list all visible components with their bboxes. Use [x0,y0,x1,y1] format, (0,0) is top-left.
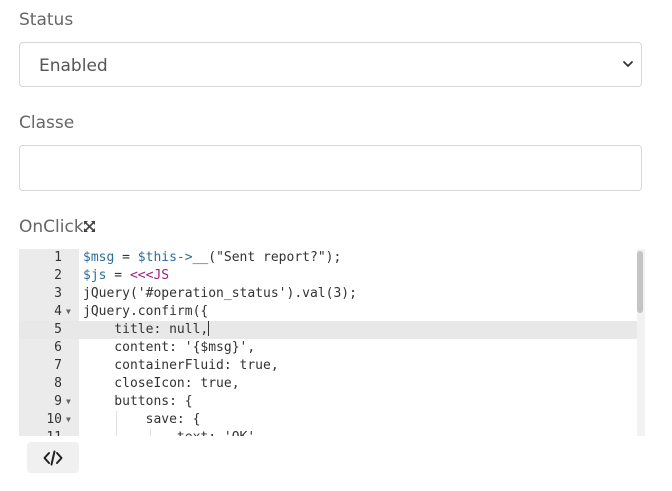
code-line[interactable]: 3 jQuery('#operation_status').val(3); [19,285,637,303]
code-view-button[interactable] [27,442,79,473]
code-token: jQuery('#operation_status').val(3); [83,286,357,301]
code-text: $msg = $this->__("Sent report?"); [83,249,341,267]
code-text: content: '{$msg}', [83,339,255,357]
line-number: 11 [19,429,62,436]
code-token: <<<JS [129,268,170,283]
code-token: buttons: { [83,394,193,409]
fold-toggle-icon[interactable]: ▼ [66,393,76,411]
code-token: $js [83,268,107,283]
code-line[interactable]: 8 closeIcon: true, [19,375,637,393]
fold-toggle-icon[interactable]: ▼ [66,303,76,321]
code-token: title: null, [83,322,209,337]
code-text: text: 'OK', [83,429,263,436]
code-line[interactable]: 6 content: '{$msg}', [19,339,637,357]
classe-input[interactable] [19,145,642,191]
text-cursor [208,321,210,336]
code-token: content: '{$msg}', [83,340,256,355]
code-text: save: { [83,411,201,429]
code-text: $js = <<<JS [83,267,169,285]
code-token: text: 'OK', [83,430,263,436]
code-line[interactable]: 9 ▼ buttons: { [19,393,637,411]
indent-guide [116,411,117,436]
code-line[interactable]: 2 $js = <<<JS [19,267,637,285]
line-number: 3 [54,286,62,301]
code-token: save: { [83,412,201,427]
code-token: $msg [83,250,115,265]
line-number: 9 [54,394,62,409]
code-text: jQuery('#operation_status').val(3); [83,285,357,303]
code-line[interactable]: 11 text: 'OK', [19,429,637,436]
code-line[interactable]: 7 containerFluid: true, [19,357,637,375]
code-text: closeIcon: true, [83,375,240,393]
fold-toggle-icon[interactable]: ▼ [66,411,76,429]
status-select-value: Enabled [39,56,108,76]
status-select[interactable]: Enabled [19,42,642,87]
code-line[interactable]: 1 $msg = $this->__("Sent report?"); [19,249,637,267]
code-line[interactable]: 5 title: null, [19,321,637,339]
line-number: 4 [54,304,62,319]
line-number: 7 [54,358,62,373]
code-token: = [106,268,130,283]
code-token: jQuery.confirm({ [83,304,209,319]
onclick-label: OnClick [19,217,84,237]
expand-arrows-icon[interactable] [83,220,96,233]
classe-label: Classe [19,113,75,133]
line-number: 8 [54,376,62,391]
code-token: containerFluid: true, [83,358,279,373]
line-number: 2 [54,268,62,283]
code-token: $this-> [137,250,193,265]
code-token: __("Sent report?"); [192,250,342,265]
onclick-code-editor[interactable]: 1 $msg = $this->__("Sent report?"); 2 $js =… [19,249,645,436]
editor-scrollbar-thumb[interactable] [637,251,643,313]
line-number: 6 [54,340,62,355]
chevron-down-icon [623,61,633,67]
code-text: title: null, [83,321,210,339]
code-text: buttons: { [83,393,193,411]
code-text: jQuery.confirm({ [83,303,208,321]
line-number: 10 [46,412,62,427]
code-line[interactable]: 10 ▼ save: { [19,411,637,429]
indent-guide [150,429,151,436]
code-token: closeIcon: true, [83,376,240,391]
code-text: containerFluid: true, [83,357,279,375]
code-icon [43,450,63,466]
code-line[interactable]: 4 ▼ jQuery.confirm({ [19,303,637,321]
code-token: = [114,250,138,265]
status-label: Status [19,10,74,30]
line-number: 1 [54,250,62,265]
line-number: 5 [54,322,62,337]
